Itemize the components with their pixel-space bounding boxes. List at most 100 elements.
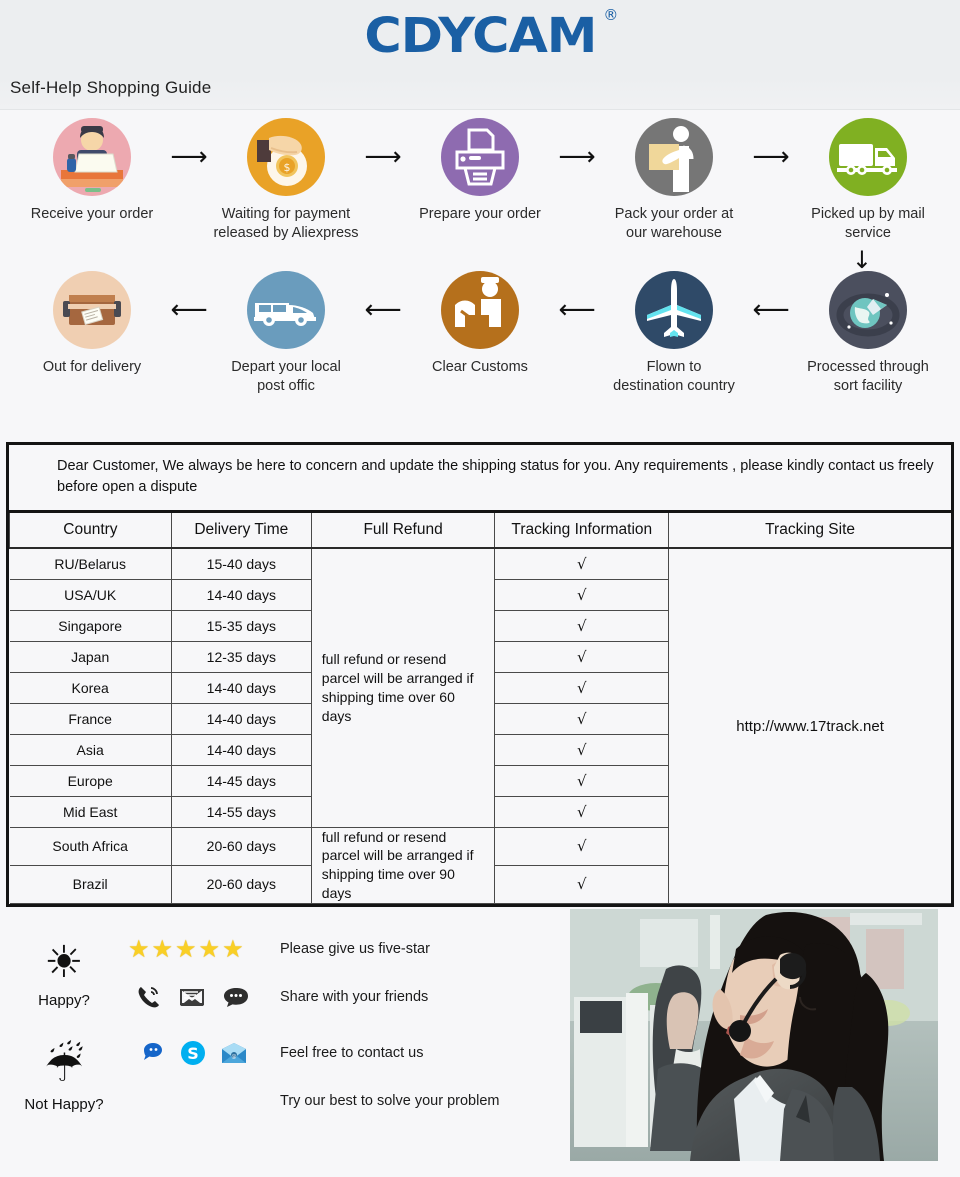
delivery-van-icon: [247, 270, 325, 349]
cell-tracking-check: √: [494, 764, 670, 797]
svg-text:$: $: [284, 161, 291, 174]
person-at-desk-icon: [53, 118, 131, 196]
table-header-row: Country Delivery Time Full Refund Tracki…: [9, 513, 951, 550]
global-sort-facility-icon: [829, 270, 907, 349]
shipping-info-table-block: Dear Customer, We always be here to conc…: [6, 442, 954, 908]
column-header-tracking-info: Tracking Information: [494, 513, 670, 550]
cell-delivery-time: 15-40 days: [170, 547, 312, 580]
flow-step-clear-customs: Clear Customs: [405, 270, 555, 377]
flow-step-pack-order: Pack your order at our warehouse: [599, 118, 749, 243]
cell-delivery-time: 14-55 days: [170, 795, 312, 828]
flow-step-caption: Pack your order at our warehouse: [614, 206, 734, 241]
flow-step-depart-post-office: Depart your local post offic: [211, 270, 361, 396]
column-header-tracking-site: Tracking Site: [668, 513, 951, 550]
flow-row-2: Out for delivery ⟵ Depart your local pos…: [0, 270, 960, 396]
support-section: ☀ Happy? ★★★★★ Please give us five-star: [0, 907, 960, 1177]
flow-step-waiting-payment: $ Waiting for payment released by Aliexp…: [211, 118, 361, 243]
flow-step-caption: Receive your order: [30, 206, 154, 222]
contact-text: Feel free to contact us: [280, 1045, 424, 1062]
aliexpress-message-icon[interactable]: [140, 1041, 166, 1065]
brand-logo: CDYCAM ®: [364, 8, 618, 61]
cell-delivery-time: 14-40 days: [170, 733, 312, 766]
arrow-left-icon: ⟵: [752, 294, 790, 325]
cell-tracking-check: √: [494, 609, 670, 642]
brand-logo-wrap: CDYCAM ®: [0, 8, 960, 61]
cell-delivery-time: 14-40 days: [170, 702, 312, 735]
not-happy-row: ☔ Not Happy? S @ Feel free to contact us…: [0, 1025, 530, 1129]
flow-step-caption: Waiting for payment released by Aliexpre…: [213, 206, 359, 241]
cell-country: Japan: [9, 640, 172, 673]
cell-tracking-check: √: [494, 702, 670, 735]
cell-tracking-check: √: [494, 547, 670, 580]
column-header-delivery-time: Delivery Time: [170, 513, 312, 550]
cell-country: USA/UK: [9, 578, 172, 611]
flow-step-caption: Clear Customs: [432, 358, 528, 375]
cell-delivery-time: 12-35 days: [170, 640, 312, 673]
cell-country: Europe: [9, 764, 172, 797]
page-header: CDYCAM ® Self-Help Shopping Guide: [0, 0, 960, 110]
happy-row: ☀ Happy? ★★★★★ Please give us five-star: [0, 921, 530, 1025]
printer-icon: [441, 118, 519, 196]
cell-tracking-check: √: [494, 671, 670, 704]
cell-tracking-check: √: [494, 864, 670, 905]
contact-icon-group: S @: [128, 1040, 280, 1066]
cell-delivery-time: 14-40 days: [170, 671, 312, 704]
cell-delivery-time: 14-40 days: [170, 578, 312, 611]
happy-mood: ☀ Happy?: [0, 936, 128, 1009]
email-envelope-icon[interactable]: @: [220, 1041, 248, 1065]
cell-country: Brazil: [9, 864, 172, 905]
happy-label: Happy?: [38, 991, 90, 1009]
solve-line: Try our best to solve your problem: [128, 1077, 530, 1125]
flow-step-caption: Prepare your order: [419, 206, 541, 222]
flow-step-prepare-order: Prepare your order: [405, 118, 555, 224]
not-happy-label: Not Happy?: [24, 1095, 104, 1113]
cell-delivery-time: 20-60 days: [170, 826, 312, 866]
brand-logo-text: CDYCAM: [364, 8, 597, 64]
sun-icon: ☀: [44, 936, 84, 988]
arrow-right-icon: ⟶: [752, 142, 790, 172]
solve-text: Try our best to solve your problem: [280, 1093, 500, 1110]
support-left-panel: ☀ Happy? ★★★★★ Please give us five-star: [0, 921, 530, 1129]
cell-tracking-check: √: [494, 733, 670, 766]
arrow-right-icon: ⟶: [364, 142, 402, 172]
cell-country: France: [9, 702, 172, 735]
flow-step-picked-up-mail: Picked up by mail service: [793, 118, 943, 243]
skype-icon[interactable]: S: [180, 1040, 206, 1066]
share-icon-group: [128, 985, 280, 1009]
shipping-table: Country Delivery Time Full Refund Tracki…: [9, 513, 951, 905]
cell-delivery-time: 15-35 days: [170, 609, 312, 642]
flow-row-1: Receive your order ⟶ $ Waiting for payme…: [0, 118, 960, 243]
cell-tracking-check: √: [494, 578, 670, 611]
cell-country: Singapore: [9, 609, 172, 642]
arrow-left-icon: ⟵: [364, 294, 402, 325]
warehouse-worker-box-icon: [635, 118, 713, 196]
page-title: Self-Help Shopping Guide: [10, 78, 212, 97]
envelope-icon[interactable]: [178, 986, 206, 1008]
customer-notice: Dear Customer, We always be here to conc…: [9, 445, 951, 514]
cell-tracking-check: √: [494, 795, 670, 828]
cell-tracking-check: √: [494, 826, 670, 866]
shipping-flow-diagram: Receive your order ⟶ $ Waiting for payme…: [0, 110, 960, 432]
contact-line: S @ Feel free to contact us: [128, 1029, 530, 1077]
parcel-box-icon: [53, 270, 131, 349]
speech-bubble-icon[interactable]: [222, 986, 250, 1008]
registered-trademark-icon: ®: [602, 6, 618, 24]
arrow-left-icon: ⟵: [558, 294, 596, 325]
five-star-line: ★★★★★ Please give us five-star: [128, 925, 530, 973]
phone-ring-icon[interactable]: [136, 985, 162, 1009]
cell-tracking-site[interactable]: http://www.17track.net: [668, 547, 951, 905]
flow-step-caption: Processed through sort facility: [807, 358, 929, 394]
flow-step-sort-facility: Processed through sort facility: [793, 270, 943, 396]
table-row: RU/Belarus 15-40 days full refund or res…: [9, 547, 951, 905]
svg-text:@: @: [232, 1054, 237, 1060]
flow-step-out-for-delivery: Out for delivery: [17, 270, 167, 377]
cell-full-refund-90: full refund or resend parcel will be arr…: [310, 826, 496, 905]
cell-tracking-check: √: [494, 640, 670, 673]
arrow-left-icon: ⟵: [170, 294, 208, 325]
star-rating[interactable]: ★★★★★: [128, 935, 280, 963]
rain-cloud-icon: ☔: [44, 1040, 84, 1092]
call-center-agent-photo: [570, 909, 938, 1162]
arrow-right-icon: ⟶: [558, 142, 596, 172]
cell-delivery-time: 14-45 days: [170, 764, 312, 797]
column-header-country: Country: [9, 513, 172, 550]
